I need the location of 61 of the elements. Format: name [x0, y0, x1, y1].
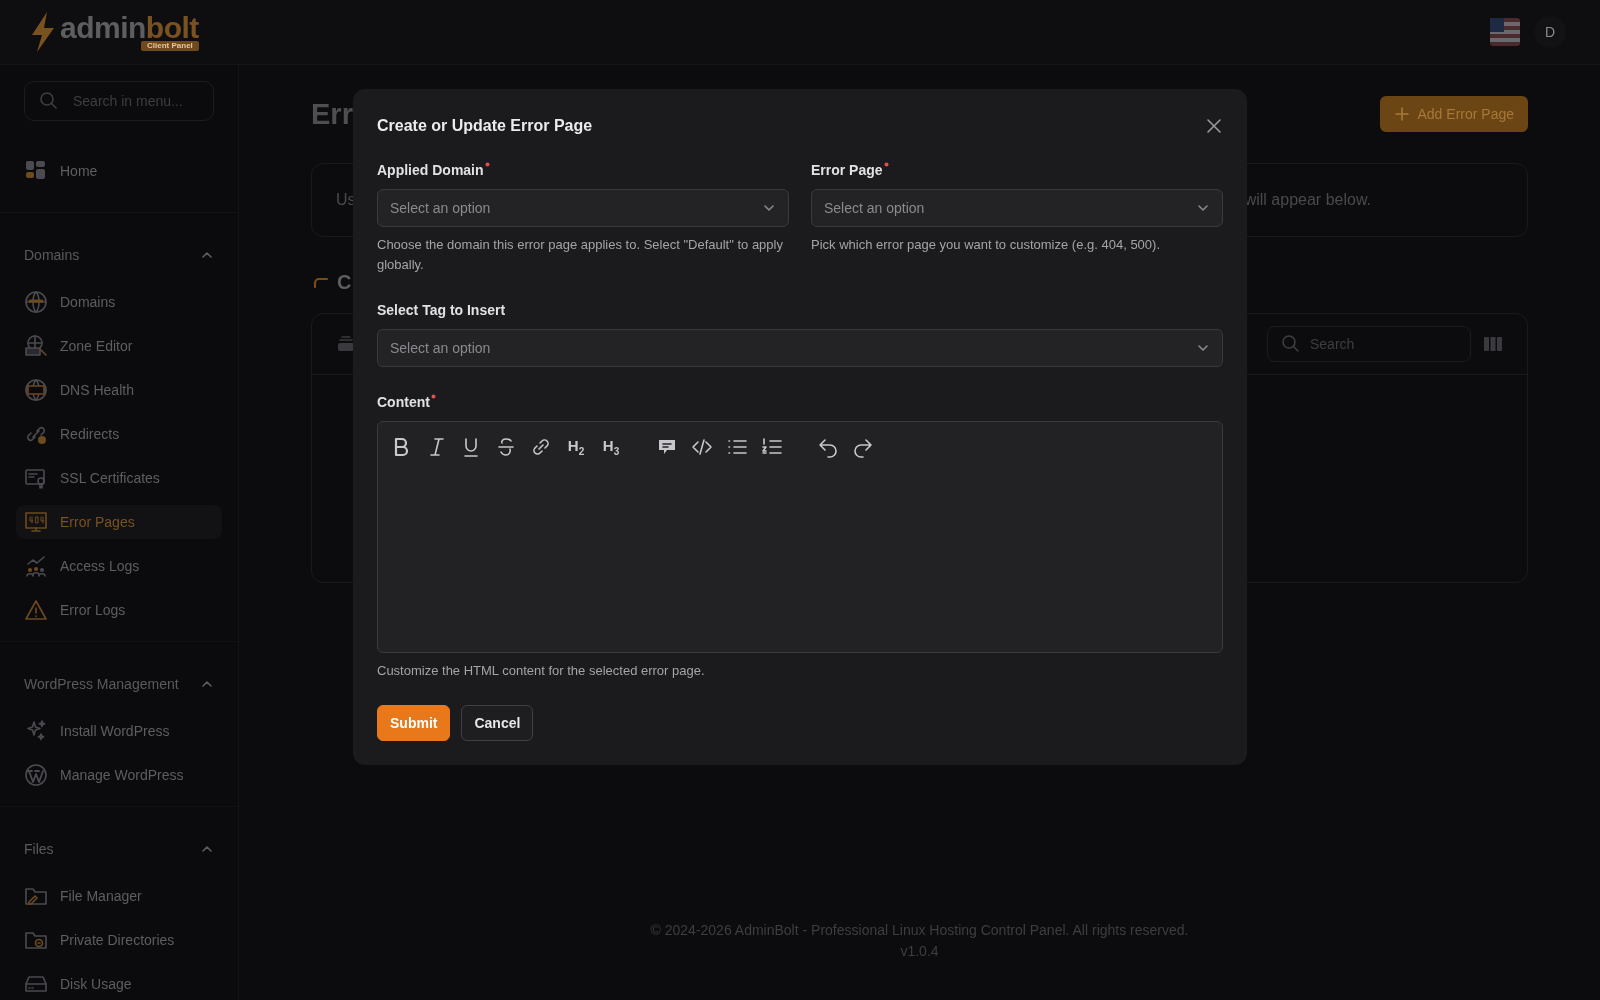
add-error-page-button[interactable]: Add Error Page	[1379, 96, 1528, 132]
sidebar-item[interactable]: Zone Editor	[16, 329, 222, 363]
help-text: Pick which error page you want to customize (e.g. 404, 500).	[811, 236, 1161, 254]
certificate-icon	[24, 466, 48, 490]
field-label: Applied Domain	[377, 159, 789, 181]
undo-icon[interactable]	[817, 436, 839, 458]
globe-icon	[24, 378, 48, 402]
heading-button[interactable]: H$_{3}$	[600, 437, 622, 457]
sparkle-icon	[24, 719, 48, 743]
submit-button[interactable]: Submit	[377, 705, 451, 741]
field-label: Select Tag to Insert	[377, 301, 507, 320]
search-icon	[39, 91, 59, 111]
sidebar-item[interactable]: Error Logs	[16, 593, 222, 627]
section-heading: C	[337, 270, 352, 294]
warning-icon	[24, 598, 48, 622]
sidebar-item[interactable]: SSL Certificates	[16, 461, 222, 495]
help-text: Choose the domain this error page applies to. Select "Default" to apply globally.	[377, 236, 784, 274]
sidebar-item[interactable]: Manage WordPress	[16, 758, 222, 792]
help-text: Customize the HTML content for the selected error page.	[377, 662, 706, 680]
sidebar-item[interactable]: Redirects	[16, 417, 222, 451]
search-icon	[1281, 334, 1301, 354]
avatar[interactable]: D	[1534, 16, 1566, 48]
globe-icon	[24, 334, 48, 358]
redo-icon[interactable]	[852, 436, 874, 458]
page-title: Err	[311, 97, 353, 131]
select-field[interactable]: Select an option	[377, 189, 789, 227]
logo-wordmark: adminbolt	[60, 11, 199, 44]
cancel-button[interactable]: Cancel	[461, 705, 534, 741]
code-icon[interactable]	[691, 436, 713, 458]
sidebar-item[interactable]: Private Directories	[16, 923, 222, 957]
strikethrough-icon[interactable]	[495, 436, 517, 458]
sidebar-item[interactable]: Install WordPress	[16, 714, 222, 748]
sidebar-item[interactable]: DNS Health	[16, 373, 222, 407]
select-field[interactable]: Select an option	[377, 329, 1223, 367]
section-header[interactable]: Files	[16, 829, 222, 869]
select-field[interactable]: Select an option	[811, 189, 1223, 227]
dialog-title: Create or Update Error Page	[377, 117, 593, 135]
flag-icon[interactable]	[1490, 18, 1520, 46]
plus-icon	[1393, 106, 1410, 122]
editor-field[interactable]: H$_{2}$ H$_{3}$	[377, 421, 1223, 653]
arc-icon	[313, 276, 329, 288]
wordpress-icon	[24, 763, 48, 787]
section-header[interactable]: Domains	[16, 235, 222, 275]
sidebar-item[interactable]: File Manager	[16, 879, 222, 913]
heading-button[interactable]: H$_{2}$	[565, 437, 587, 457]
close-button[interactable]	[1205, 117, 1223, 135]
logo-badge: Client Panel	[141, 41, 199, 51]
sidebar-item[interactable]: Domains	[16, 285, 222, 319]
sidebar-item[interactable]: Home	[16, 154, 222, 188]
field-label: Content	[377, 391, 1223, 413]
globe-icon	[24, 290, 48, 314]
section-header[interactable]: WordPress Management	[16, 664, 222, 704]
field-label: Error Page	[811, 159, 1223, 181]
close-icon	[1205, 117, 1223, 135]
link-icon[interactable]	[530, 436, 552, 458]
sidebar-item[interactable]: Disk Usage	[16, 967, 222, 1000]
people-chart-icon	[24, 554, 48, 578]
lightning-bolt-icon	[30, 11, 56, 53]
sidebar-item[interactable]: Error Pages	[16, 505, 222, 539]
sidebar-item[interactable]: Access Logs	[16, 549, 222, 583]
monitor-icon	[24, 510, 48, 534]
